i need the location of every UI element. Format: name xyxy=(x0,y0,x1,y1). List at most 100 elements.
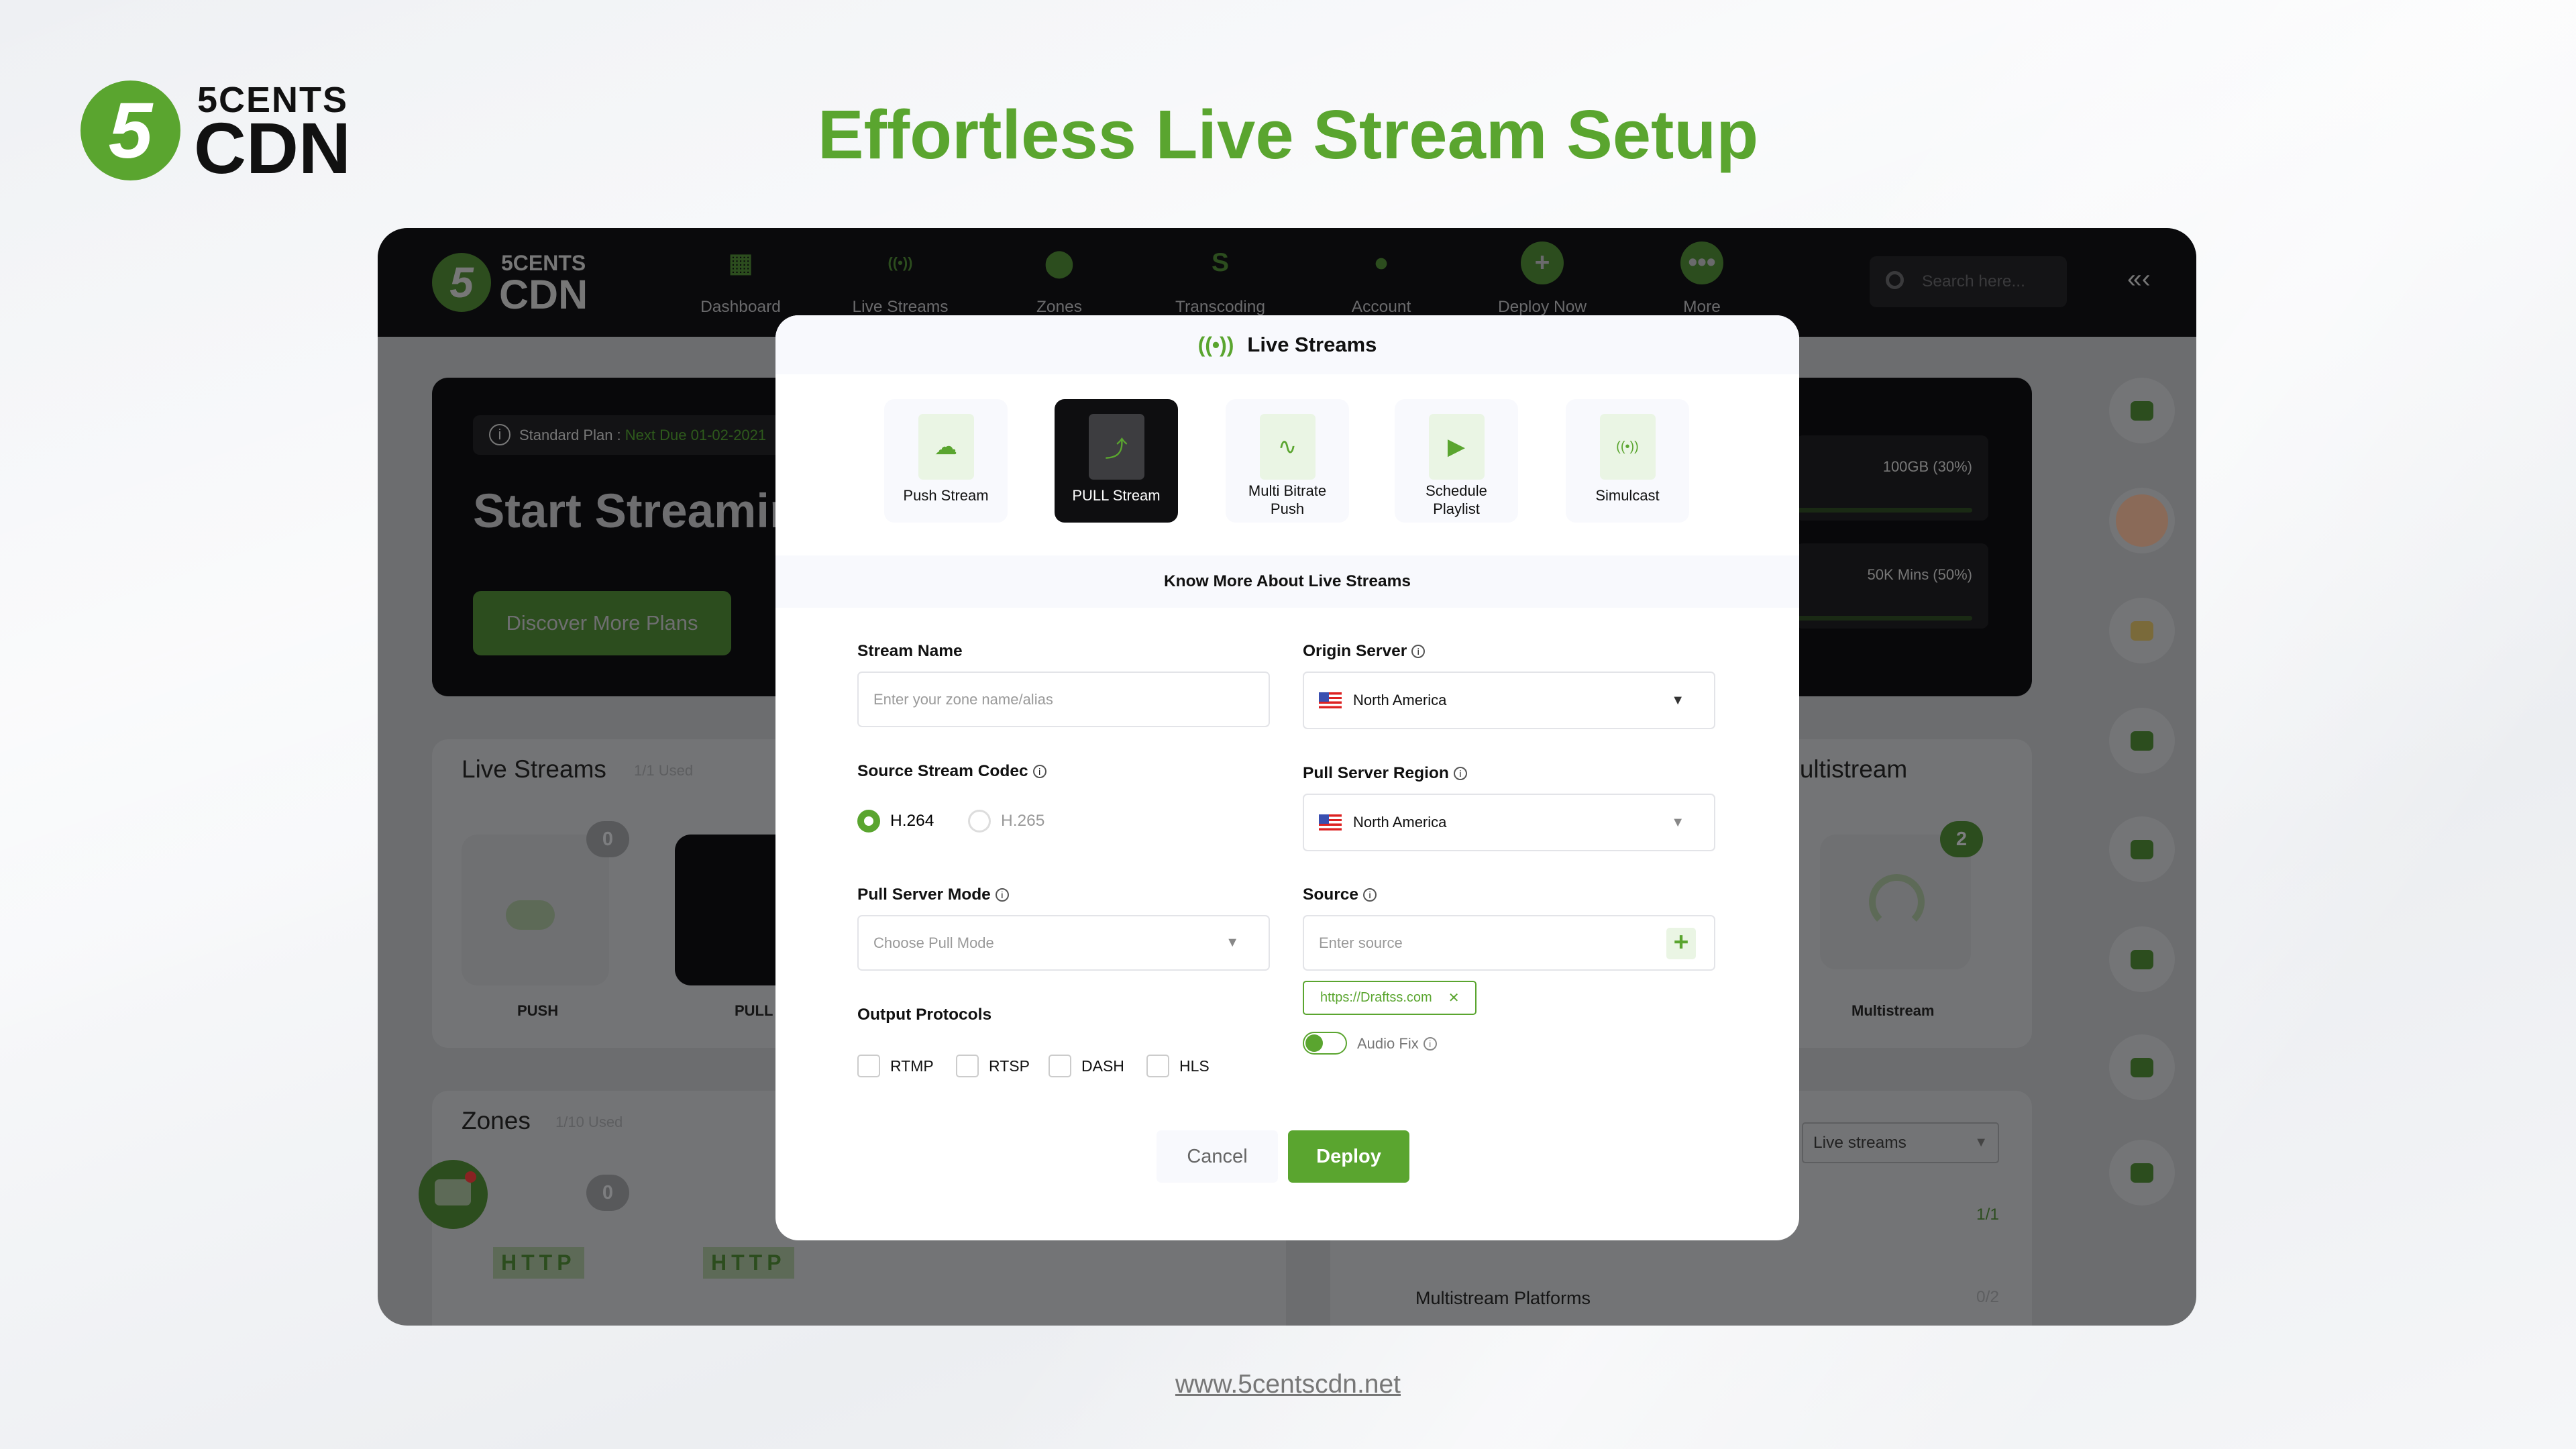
checkbox[interactable] xyxy=(956,1055,979,1077)
protocol-checkbox-hls[interactable]: HLS xyxy=(1146,1055,1210,1077)
radio-label: H.264 xyxy=(890,812,934,830)
add-source-button[interactable]: + xyxy=(1666,928,1696,959)
pull-region-label: Pull Server Region i xyxy=(1303,764,1467,783)
location-icon: ⬤ xyxy=(1044,248,1074,278)
chat-button[interactable] xyxy=(419,1160,488,1229)
plan-banner: i Standard Plan : Next Due 01-02-2021 xyxy=(473,415,802,455)
nav-label: Live Streams xyxy=(852,298,949,316)
info-icon[interactable]: i xyxy=(1411,645,1426,658)
stream-type-label: Schedule Playlist xyxy=(1426,482,1487,517)
push-tile[interactable] xyxy=(462,835,609,985)
more-icon: ••• xyxy=(1680,241,1723,284)
codec-radio-h264[interactable]: H.264 xyxy=(857,810,934,833)
selected-value: North America xyxy=(1353,814,1447,830)
usage-label: 50K Mins (50%) xyxy=(1867,566,1972,583)
checkbox[interactable] xyxy=(1146,1055,1169,1077)
usage-minutes: 50K Mins (50%) xyxy=(1796,543,1988,629)
search-icon xyxy=(1886,271,1904,289)
stream-type-pull-stream[interactable]: ⤴ PULL Stream xyxy=(1055,399,1178,523)
discover-plans-button[interactable]: Discover More Plans xyxy=(473,591,731,655)
page: 5 5CENTS CDN Effortless Live Stream Setu… xyxy=(0,0,2576,1449)
cloud-play-icon xyxy=(506,900,555,930)
caret-down-icon: ▼ xyxy=(1226,935,1239,950)
stream-name-input[interactable]: Enter your zone name/alias xyxy=(857,672,1270,727)
stream-type-push-stream[interactable]: ☁ Push Stream xyxy=(884,399,1008,523)
nav-live-streams[interactable]: ((•)) Live Streams xyxy=(835,241,966,317)
info-icon[interactable]: i xyxy=(1453,767,1467,780)
nav-zones[interactable]: ⬤ Zones xyxy=(994,241,1125,317)
sidebar-bell-button[interactable] xyxy=(2109,378,2175,443)
origin-server-select[interactable]: North America ▼ xyxy=(1303,672,1715,729)
remove-tag-icon[interactable]: ✕ xyxy=(1448,989,1460,1006)
placeholder: Enter your zone name/alias xyxy=(873,690,1053,708)
codec-radio-h265[interactable]: H.265 xyxy=(968,810,1044,833)
sidebar-avatar-button[interactable] xyxy=(2109,488,2175,553)
caret-down-icon: ▼ xyxy=(1671,692,1684,708)
stream-type-simulcast[interactable]: ((•)) Simulcast xyxy=(1566,399,1689,523)
user-sync-icon xyxy=(2131,1057,2153,1077)
nav-label: Zones xyxy=(1036,298,1083,316)
checkbox[interactable] xyxy=(857,1055,880,1077)
protocol-checkbox-rtsp[interactable]: RTSP xyxy=(956,1055,1030,1077)
deploy-button[interactable]: Deploy xyxy=(1288,1130,1409,1183)
checkbox-label: RTSP xyxy=(989,1057,1030,1075)
nav-transcoding[interactable]: S Transcoding xyxy=(1155,241,1286,317)
sidebar-record-button[interactable] xyxy=(2109,708,2175,773)
plan-due: Next Due 01-02-2021 xyxy=(625,427,767,443)
filter-select[interactable]: Live streams ▼ xyxy=(1802,1122,1999,1163)
schedule-playlist-icon: ▶ xyxy=(1428,414,1485,480)
audio-fix-toggle[interactable] xyxy=(1303,1032,1347,1055)
stream-type-multi-bitrate-push[interactable]: ∿ Multi Bitrate Push xyxy=(1226,399,1349,523)
nav-label: Dashboard xyxy=(700,298,781,316)
nav-more[interactable]: ••• More xyxy=(1636,241,1768,317)
footer: www.5centscdn.net xyxy=(0,1370,2576,1399)
tile-label: PUSH xyxy=(517,1002,559,1019)
usage-bandwidth: 100GB (30%) xyxy=(1796,435,1988,521)
gamepad-icon xyxy=(2131,949,2153,969)
usage-label: 100GB (30%) xyxy=(1882,458,1972,475)
card-title: Zones xyxy=(462,1107,531,1134)
info-icon[interactable]: i xyxy=(995,888,1009,902)
nav-label: More xyxy=(1683,298,1721,316)
search-input[interactable]: Search here... xyxy=(1870,256,2067,307)
info-icon[interactable]: i xyxy=(1423,1037,1437,1051)
nav-dashboard[interactable]: ▦ Dashboard xyxy=(675,241,806,317)
broadcast-icon: ((•)) xyxy=(1197,332,1234,357)
modal-header: ((•)) Live Streams xyxy=(775,315,1799,374)
stat-value: 1/1 xyxy=(1976,1205,1999,1224)
headline: Effortless Live Stream Setup xyxy=(817,96,1759,173)
sidebar-gamepad-button[interactable] xyxy=(2109,926,2175,992)
info-icon[interactable]: i xyxy=(1032,765,1046,778)
tag-label: https://Draftss.com xyxy=(1320,990,1432,1005)
sidebar-user-sync-button[interactable] xyxy=(2109,1034,2175,1100)
stream-type-label: PULL Stream xyxy=(1072,487,1161,504)
nav-label: Deploy Now xyxy=(1497,298,1587,316)
pull-region-select[interactable]: North America ▼ xyxy=(1303,794,1715,851)
audio-fix-label: Audio Fix i xyxy=(1357,1035,1437,1053)
checkbox[interactable] xyxy=(1049,1055,1071,1077)
info-icon[interactable]: i xyxy=(1363,888,1377,902)
sidebar-wallet-button[interactable] xyxy=(2109,598,2175,663)
app-logo-bottom: CDN xyxy=(499,272,588,317)
sidebar-logout-button[interactable] xyxy=(2109,1140,2175,1205)
us-flag-icon xyxy=(1319,814,1342,830)
website-link[interactable]: www.5centscdn.net xyxy=(1175,1370,1401,1399)
collapse-icon[interactable]: «‹ xyxy=(2127,264,2151,294)
zone-http: HTTP xyxy=(703,1247,794,1279)
nav-deploy-now[interactable]: + Deploy Now xyxy=(1477,241,1608,317)
record-icon xyxy=(2131,731,2153,751)
stream-type-schedule-playlist[interactable]: ▶ Schedule Playlist xyxy=(1395,399,1518,523)
nav-account[interactable]: ● Account xyxy=(1316,241,1447,317)
know-more-link[interactable]: Know More About Live Streams xyxy=(775,555,1799,608)
pull-mode-label: Pull Server Mode i xyxy=(857,885,1009,904)
grid-icon: ▦ xyxy=(728,248,753,278)
cancel-button[interactable]: Cancel xyxy=(1157,1130,1278,1183)
multi-bitrate-icon: ∿ xyxy=(1259,414,1316,480)
sidebar-chat-button[interactable] xyxy=(2109,816,2175,882)
chat-icon xyxy=(2131,839,2153,859)
pull-mode-select[interactable]: Choose Pull Mode ▼ xyxy=(857,915,1270,971)
protocol-checkbox-rtmp[interactable]: RTMP xyxy=(857,1055,934,1077)
transcoding-icon: S xyxy=(1211,248,1229,277)
protocol-checkbox-dash[interactable]: DASH xyxy=(1049,1055,1124,1077)
source-input[interactable]: Enter source + xyxy=(1303,915,1715,971)
